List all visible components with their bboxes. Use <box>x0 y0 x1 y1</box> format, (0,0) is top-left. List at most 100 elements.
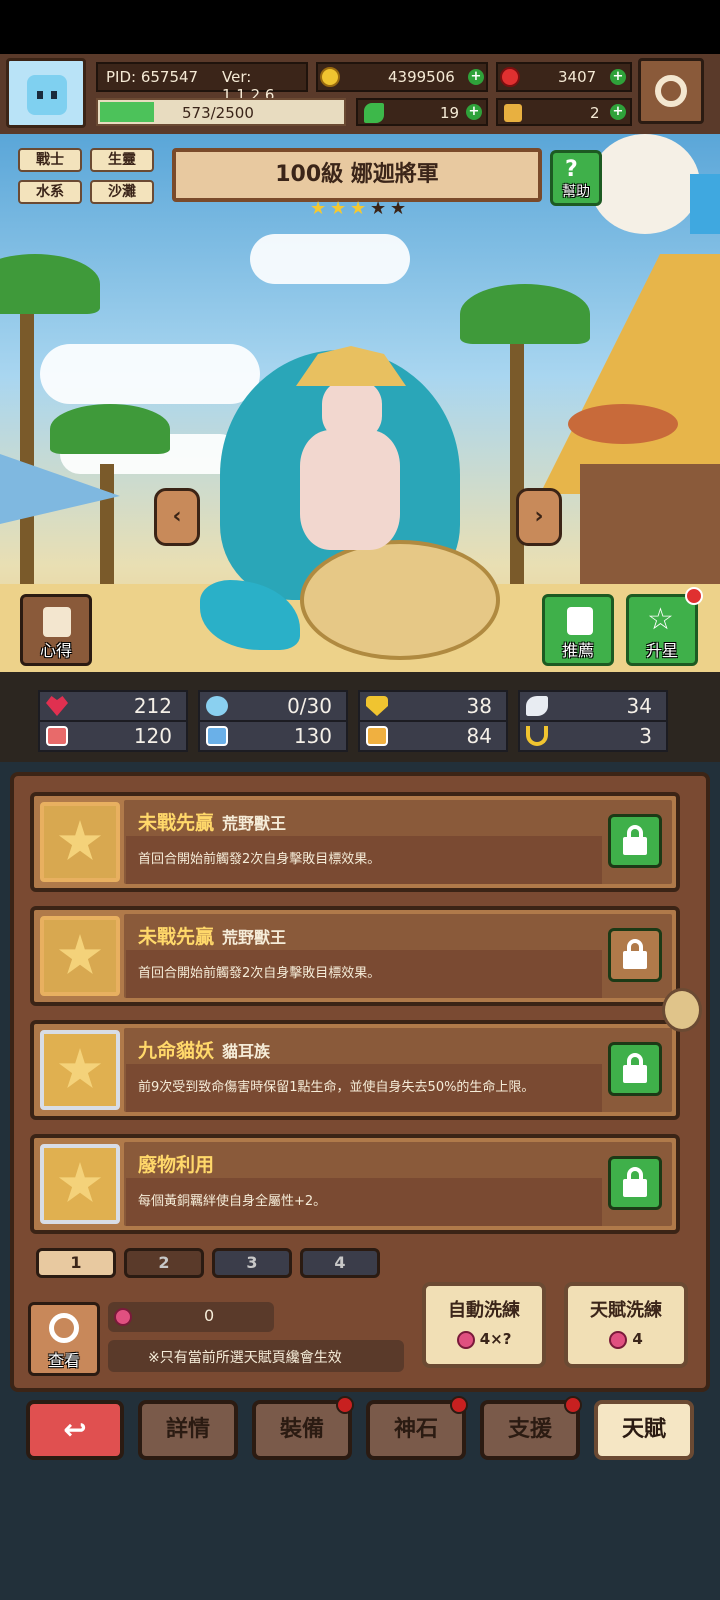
exp-bar-fill <box>100 102 154 122</box>
view-button[interactable]: 查看 <box>28 1302 100 1376</box>
talent-page-tab[interactable]: 3 <box>212 1248 292 1278</box>
potion-icon <box>114 1308 132 1326</box>
talent-card[interactable]: 未戰先贏 荒野獸王 首回合開始前觸發2次自身擊敗目標效果。 <box>30 792 680 892</box>
gold-coin-icon <box>320 67 340 87</box>
exp-value: 573/2500 <box>182 104 254 122</box>
potion-icon <box>456 1330 475 1349</box>
talent-page-tab[interactable]: 4 <box>300 1248 380 1278</box>
help-button[interactable]: ? 幫助 <box>550 150 602 206</box>
lock-toggle-button[interactable] <box>608 928 662 982</box>
talent-name: 未戰先贏 <box>138 926 215 948</box>
tag-warrior[interactable]: 戰士 <box>18 148 82 172</box>
stat-speed: 34 <box>518 690 668 722</box>
stat-luck: 3 <box>518 720 668 752</box>
hero-title-banner: 100級 娜迦將軍 <box>172 148 542 202</box>
talent-card[interactable]: 廢物利用 每個黃銅羈絆使自身全屬性+2。 <box>30 1134 680 1234</box>
upstar-label: 升星 <box>645 641 678 660</box>
exp-bar: 573/2500 <box>96 98 346 126</box>
notification-dot <box>336 1396 354 1414</box>
stat-agility: 84 <box>358 720 508 752</box>
gear-icon <box>655 75 687 107</box>
lock-toggle-button[interactable] <box>608 814 662 868</box>
help-label: 幫助 <box>562 184 590 200</box>
lock-body <box>623 1179 647 1197</box>
talent-source: 荒野獸王 <box>222 814 287 833</box>
talent-page-note: ※只有當前所選天賦頁纔會生效 <box>148 1350 342 1366</box>
talent-card[interactable]: 未戰先贏 荒野獸王首回合開始前觸發2次自身擊敗目標效果。 <box>30 906 680 1006</box>
talent-reroll-button[interactable]: 天賦洗練 4 <box>564 1282 688 1368</box>
nav-support-label: 支援 <box>507 1417 552 1442</box>
tag-beach[interactable]: 沙灘 <box>90 180 154 204</box>
back-button[interactable]: ↩ <box>26 1400 124 1460</box>
add-gem-button[interactable]: + <box>610 69 626 85</box>
nav-equip-button[interactable]: 裝備 <box>252 1396 354 1460</box>
auto-reroll-button[interactable]: 自動洗練 4×? <box>422 1282 546 1368</box>
nav-stone-button[interactable]: 神石 <box>366 1396 468 1460</box>
nav-stone-label: 神石 <box>393 1417 438 1442</box>
scroll-handle[interactable] <box>662 988 702 1032</box>
talent-icon-frame <box>40 1030 120 1110</box>
heart-icon <box>46 696 68 716</box>
stat-mana: 0/30 <box>198 690 348 722</box>
gem-box: 3407 + <box>496 62 632 92</box>
lock-toggle-button[interactable] <box>608 1042 662 1096</box>
notification-dot <box>450 1396 468 1414</box>
next-hero-button[interactable]: › <box>516 488 562 546</box>
stat-mana-value: 0/30 <box>287 694 332 718</box>
stat-attack: 120 <box>38 720 188 752</box>
recommend-button[interactable]: 推薦 <box>542 594 614 666</box>
thumbs-up-icon <box>567 607 593 635</box>
pid-version-box: PID: 657547 Ver: 1.1.2.6 <box>96 62 308 104</box>
red-gem-icon <box>500 67 520 87</box>
stat-hp-value: 212 <box>133 694 172 718</box>
nav-details-button[interactable]: 詳情 <box>138 1400 238 1460</box>
hero-title: 100級 娜迦將軍 <box>275 162 439 187</box>
tag-water[interactable]: 水系 <box>18 180 82 204</box>
upstar-button[interactable]: ☆ 升星 <box>626 587 703 666</box>
settings-gear-button[interactable] <box>638 58 704 124</box>
prev-hero-button[interactable]: ‹ <box>154 488 200 546</box>
notes-button[interactable]: 心得 <box>20 594 92 666</box>
magnifier-icon <box>49 1313 79 1343</box>
star-empty-icon: ★ <box>370 198 387 219</box>
cross-icon <box>58 1162 102 1203</box>
clover-icon <box>364 103 384 123</box>
add-gold-button[interactable]: + <box>468 69 484 85</box>
nav-equip-label: 裝備 <box>279 1417 324 1442</box>
gold-value: 4399506 <box>388 68 455 86</box>
stat-agility-value: 84 <box>466 724 492 748</box>
talent-page-tab[interactable]: 2 <box>124 1248 204 1278</box>
potion-count: 0 <box>204 1306 215 1325</box>
talent-source: 荒野獸王 <box>222 928 287 947</box>
talent-icon-frame <box>40 802 120 882</box>
nav-support-button[interactable]: 支援 <box>480 1396 582 1460</box>
shield-icon <box>366 696 388 716</box>
star-filled-icon: ★ <box>330 198 347 219</box>
talent-source: 貓耳族 <box>222 1042 271 1061</box>
stat-defense: 38 <box>358 690 508 722</box>
talent-name: 未戰先贏 <box>138 812 215 834</box>
add-hand-button[interactable]: + <box>610 104 626 120</box>
clover-box: 19 + <box>356 98 488 126</box>
player-avatar[interactable] <box>6 58 86 128</box>
tag-creature[interactable]: 生靈 <box>90 148 154 172</box>
horseshoe-icon <box>526 726 548 746</box>
star-empty-icon: ★ <box>390 198 407 219</box>
lock-toggle-button[interactable] <box>608 1156 662 1210</box>
stat-speed-value: 34 <box>626 694 652 718</box>
back-arrow-icon: ↩ <box>63 1413 87 1446</box>
star-icon <box>58 820 102 861</box>
nav-talent-button[interactable]: 天賦 <box>594 1400 694 1460</box>
gold-box: 4399506 + <box>316 62 488 92</box>
stat-attack-value: 120 <box>133 724 172 748</box>
naga-body-shape <box>300 430 400 550</box>
star-filled-icon: ★ <box>310 198 327 219</box>
stat-defense-value: 38 <box>466 694 492 718</box>
add-clover-button[interactable]: + <box>466 104 482 120</box>
talent-description: 首回合開始前觸發2次自身擊敗目標效果。 <box>138 966 381 981</box>
talent-card[interactable]: 九命貓妖 貓耳族 前9次受到致命傷害時保留1點生命，並使自身失去50%的生命上限。 <box>30 1020 680 1120</box>
stat-magic: 130 <box>198 720 348 752</box>
talent-page-tab[interactable]: 1 <box>36 1248 116 1278</box>
naga-tail-shape <box>300 540 500 660</box>
pid-label: PID: 657547 <box>106 68 199 86</box>
